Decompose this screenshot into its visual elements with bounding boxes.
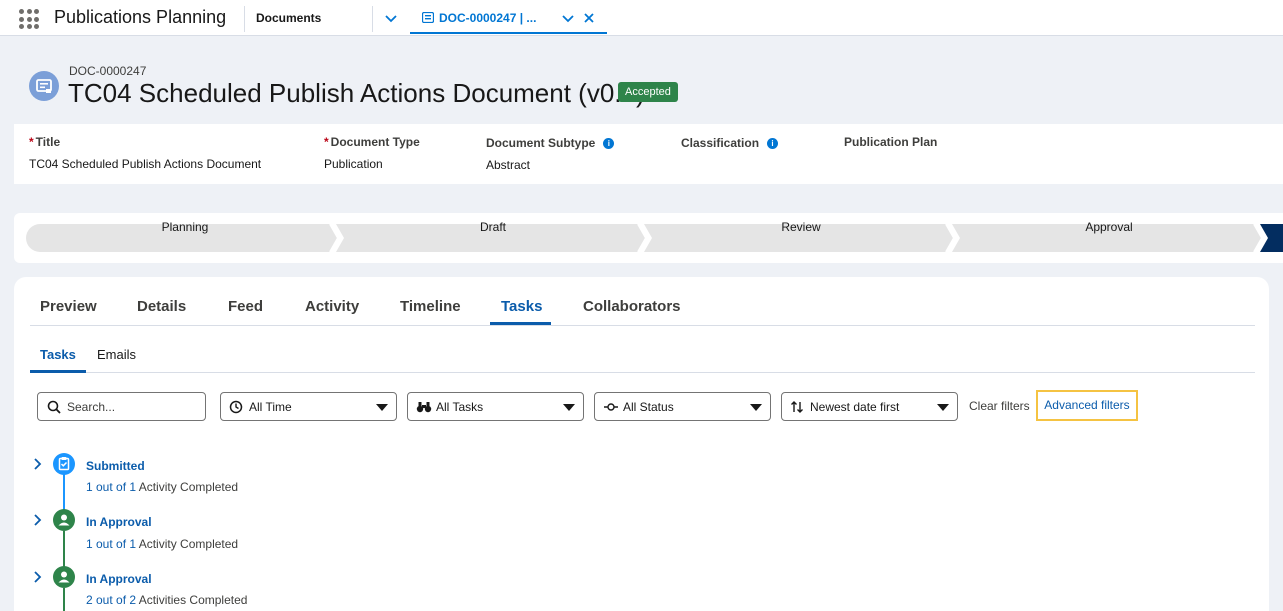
activity-count-text: Activities Completed xyxy=(138,593,248,607)
activity-count-link[interactable]: 2 out of 2 xyxy=(86,593,136,607)
timeline-item-title[interactable]: In Approval xyxy=(86,572,152,586)
stage-path: Planning Draft Review Approval xyxy=(14,213,1283,263)
document-icon xyxy=(422,12,434,23)
sort-select[interactable]: Newest date first xyxy=(781,392,958,421)
tab-tasks[interactable]: Tasks xyxy=(501,298,542,315)
main-card: Preview Details Feed Activity Timeline T… xyxy=(14,277,1269,611)
tab-activity[interactable]: Activity xyxy=(305,298,359,315)
tab-feed[interactable]: Feed xyxy=(228,298,263,315)
close-icon[interactable] xyxy=(582,11,596,25)
field-label: Classification xyxy=(681,136,760,150)
activity-count-link[interactable]: 1 out of 1 xyxy=(86,537,136,551)
status-badge: Accepted xyxy=(618,82,678,102)
active-tab-indicator xyxy=(490,322,551,325)
chevron-down-icon[interactable] xyxy=(383,10,399,26)
document-record-icon xyxy=(29,71,59,101)
subtab-tasks[interactable]: Tasks xyxy=(40,347,76,362)
chevron-down-icon[interactable] xyxy=(560,10,576,26)
select-value: All Status xyxy=(623,400,674,414)
highlights-panel: * Title TC04 Scheduled Publish Actions Do… xyxy=(14,124,1283,184)
field-value: Publication xyxy=(324,157,383,171)
active-subtab-indicator xyxy=(30,370,86,373)
user-icon xyxy=(53,566,75,588)
field-label: Document Type xyxy=(330,135,420,149)
chevron-right-icon[interactable] xyxy=(33,570,43,584)
advanced-filters-link[interactable]: Advanced filters xyxy=(1036,390,1138,421)
status-filter-select[interactable]: All Status xyxy=(594,392,771,421)
field-publication-plan: Publication Plan xyxy=(844,135,937,149)
field-label: Document Subtype xyxy=(486,136,596,150)
clock-icon xyxy=(229,400,243,414)
sub-tabset: Tasks Emails xyxy=(30,336,1255,373)
required-marker: * xyxy=(29,135,34,149)
select-value: All Tasks xyxy=(436,400,484,414)
info-icon[interactable]: i xyxy=(603,138,615,150)
tab-collaborators[interactable]: Collaborators xyxy=(583,298,681,315)
binoculars-icon xyxy=(416,402,432,413)
timeline-connector xyxy=(63,588,65,611)
timeline-item-summary: 1 out of 1 Activity Completed xyxy=(86,480,238,494)
select-value: Newest date first xyxy=(810,400,900,414)
caret-down-icon xyxy=(937,404,949,411)
field-document-type: * Document Type Publication xyxy=(324,135,420,171)
caret-down-icon xyxy=(563,404,575,411)
clipboard-icon xyxy=(53,453,75,475)
select-value: All Time xyxy=(249,400,292,414)
activity-count-text: Activity Completed xyxy=(138,480,239,494)
path-step-approval[interactable]: Approval xyxy=(954,213,1264,241)
tab-preview[interactable]: Preview xyxy=(40,298,97,315)
field-document-subtype: Document Subtype i Abstract xyxy=(486,136,615,172)
timeline-connector xyxy=(63,531,65,571)
field-value: TC04 Scheduled Publish Actions Document xyxy=(29,157,262,171)
chevron-right-icon[interactable] xyxy=(33,513,43,527)
record-number: DOC-0000247 xyxy=(69,64,147,78)
user-icon xyxy=(53,509,75,531)
tab-timeline[interactable]: Timeline xyxy=(400,298,461,315)
field-classification: Classification i xyxy=(681,136,779,150)
clear-filters-button[interactable]: Clear filters xyxy=(969,399,1030,413)
field-label: Title xyxy=(35,135,61,149)
timeline-item-title[interactable]: Submitted xyxy=(86,459,145,473)
tab-details[interactable]: Details xyxy=(137,298,186,315)
tasks-filter-select[interactable]: All Tasks xyxy=(407,392,584,421)
timeline-item-title[interactable]: In Approval xyxy=(86,515,152,529)
global-header: Publications Planning Documents DOC-0000… xyxy=(0,0,1283,36)
caret-down-icon xyxy=(376,404,388,411)
search-input[interactable]: Search... xyxy=(37,392,206,421)
main-tabset: Preview Details Feed Activity Timeline T… xyxy=(30,277,1255,326)
tab-label: DOC-0000247 | ... xyxy=(439,11,537,25)
search-icon xyxy=(47,400,61,414)
status-icon xyxy=(604,403,618,411)
subtab-emails[interactable]: Emails xyxy=(97,347,136,362)
activity-count-text: Activity Completed xyxy=(138,537,239,551)
caret-down-icon xyxy=(750,404,762,411)
tab-doc-0000247[interactable]: DOC-0000247 | ... xyxy=(410,0,607,34)
divider xyxy=(244,6,245,32)
path-step-draft[interactable]: Draft xyxy=(338,213,648,241)
search-placeholder: Search... xyxy=(67,400,116,414)
tab-documents[interactable]: Documents xyxy=(256,11,321,25)
divider xyxy=(372,6,373,32)
timeline-item-summary: 1 out of 1 Activity Completed xyxy=(86,537,238,551)
time-filter-select[interactable]: All Time xyxy=(220,392,397,421)
chevron-right-icon[interactable] xyxy=(33,457,43,471)
field-value: Abstract xyxy=(486,158,531,172)
info-icon[interactable]: i xyxy=(767,138,779,150)
app-name: Publications Planning xyxy=(54,7,227,27)
app-launcher-icon[interactable] xyxy=(19,9,39,29)
timeline-item-summary: 2 out of 2 Activities Completed xyxy=(86,593,247,607)
field-label: Publication Plan xyxy=(844,135,938,149)
required-marker: * xyxy=(324,135,329,149)
sort-icon xyxy=(791,401,803,413)
page-title: TC04 Scheduled Publish Actions Document … xyxy=(68,78,645,108)
path-step-review[interactable]: Review xyxy=(646,213,956,241)
path-step-planning[interactable]: Planning xyxy=(40,213,330,241)
field-title: * Title TC04 Scheduled Publish Actions Do… xyxy=(29,135,261,171)
activity-count-link[interactable]: 1 out of 1 xyxy=(86,480,136,494)
